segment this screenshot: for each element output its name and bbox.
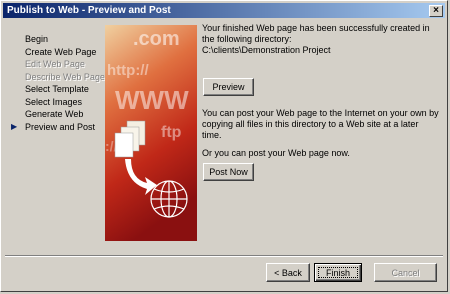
step-select-template: Select Template xyxy=(25,83,105,96)
wizard-steps-list: Begin Create Web Page Edit Web Page Desc… xyxy=(11,33,105,134)
directory-path: C:\clients\Demonstration Project xyxy=(202,45,331,55)
current-step-arrow-icon: ▶ xyxy=(11,121,18,131)
step-label: Begin xyxy=(25,34,49,44)
banner-http-text: http:// xyxy=(107,62,149,79)
window-title: Publish to Web - Preview and Post xyxy=(7,5,171,16)
banner-ftp-text: ftp xyxy=(161,124,182,141)
post-now-button[interactable]: Post Now xyxy=(203,163,254,181)
globe-icon xyxy=(150,180,188,218)
wizard-window: Publish to Web - Preview and Post × Begi… xyxy=(0,0,448,292)
step-generate-web: Generate Web xyxy=(25,108,105,121)
step-label: Create Web Page xyxy=(25,46,97,57)
copy-instructions: You can post your Web page to the Intern… xyxy=(202,108,439,140)
finish-button[interactable]: Finish xyxy=(314,263,362,282)
banner-dotcom-text: .com xyxy=(133,28,180,50)
footer-separator xyxy=(5,255,443,257)
step-label: Select Template xyxy=(25,84,89,94)
step-preview-and-post: ▶ Preview and Post xyxy=(11,121,105,134)
step-begin: Begin xyxy=(25,33,105,46)
step-select-images: Select Images xyxy=(25,96,105,109)
step-describe-web-page: Describe Web Page xyxy=(25,71,105,84)
step-edit-web-page: Edit Web Page xyxy=(25,58,105,71)
success-message: Your finished Web page has been successf… xyxy=(202,23,430,44)
preview-button[interactable]: Preview xyxy=(203,78,254,96)
step-label: Preview and Post xyxy=(25,121,96,132)
back-button[interactable]: < Back xyxy=(266,263,310,282)
content-panel: Your finished Web page has been successf… xyxy=(202,23,440,56)
title-bar[interactable]: Publish to Web - Preview and Post × xyxy=(3,3,445,18)
step-label: Edit Web Page xyxy=(25,59,85,69)
banner-artwork: .com http:// WWW ftp :// xyxy=(105,25,197,241)
step-label: Describe Web Page xyxy=(25,71,105,82)
cancel-button[interactable]: Cancel xyxy=(374,263,437,282)
post-now-message: Or you can post your Web page now. xyxy=(202,148,350,158)
step-create-web-page: Create Web Page xyxy=(25,46,105,59)
step-label: Generate Web xyxy=(25,109,84,119)
wizard-banner-image: .com http:// WWW ftp :// xyxy=(105,25,197,241)
step-label: Select Images xyxy=(25,96,83,107)
focus-rectangle xyxy=(318,267,358,278)
close-button[interactable]: × xyxy=(429,4,443,17)
banner-www-text: WWW xyxy=(115,85,189,115)
post-info-panel: You can post your Web page to the Intern… xyxy=(202,108,440,159)
